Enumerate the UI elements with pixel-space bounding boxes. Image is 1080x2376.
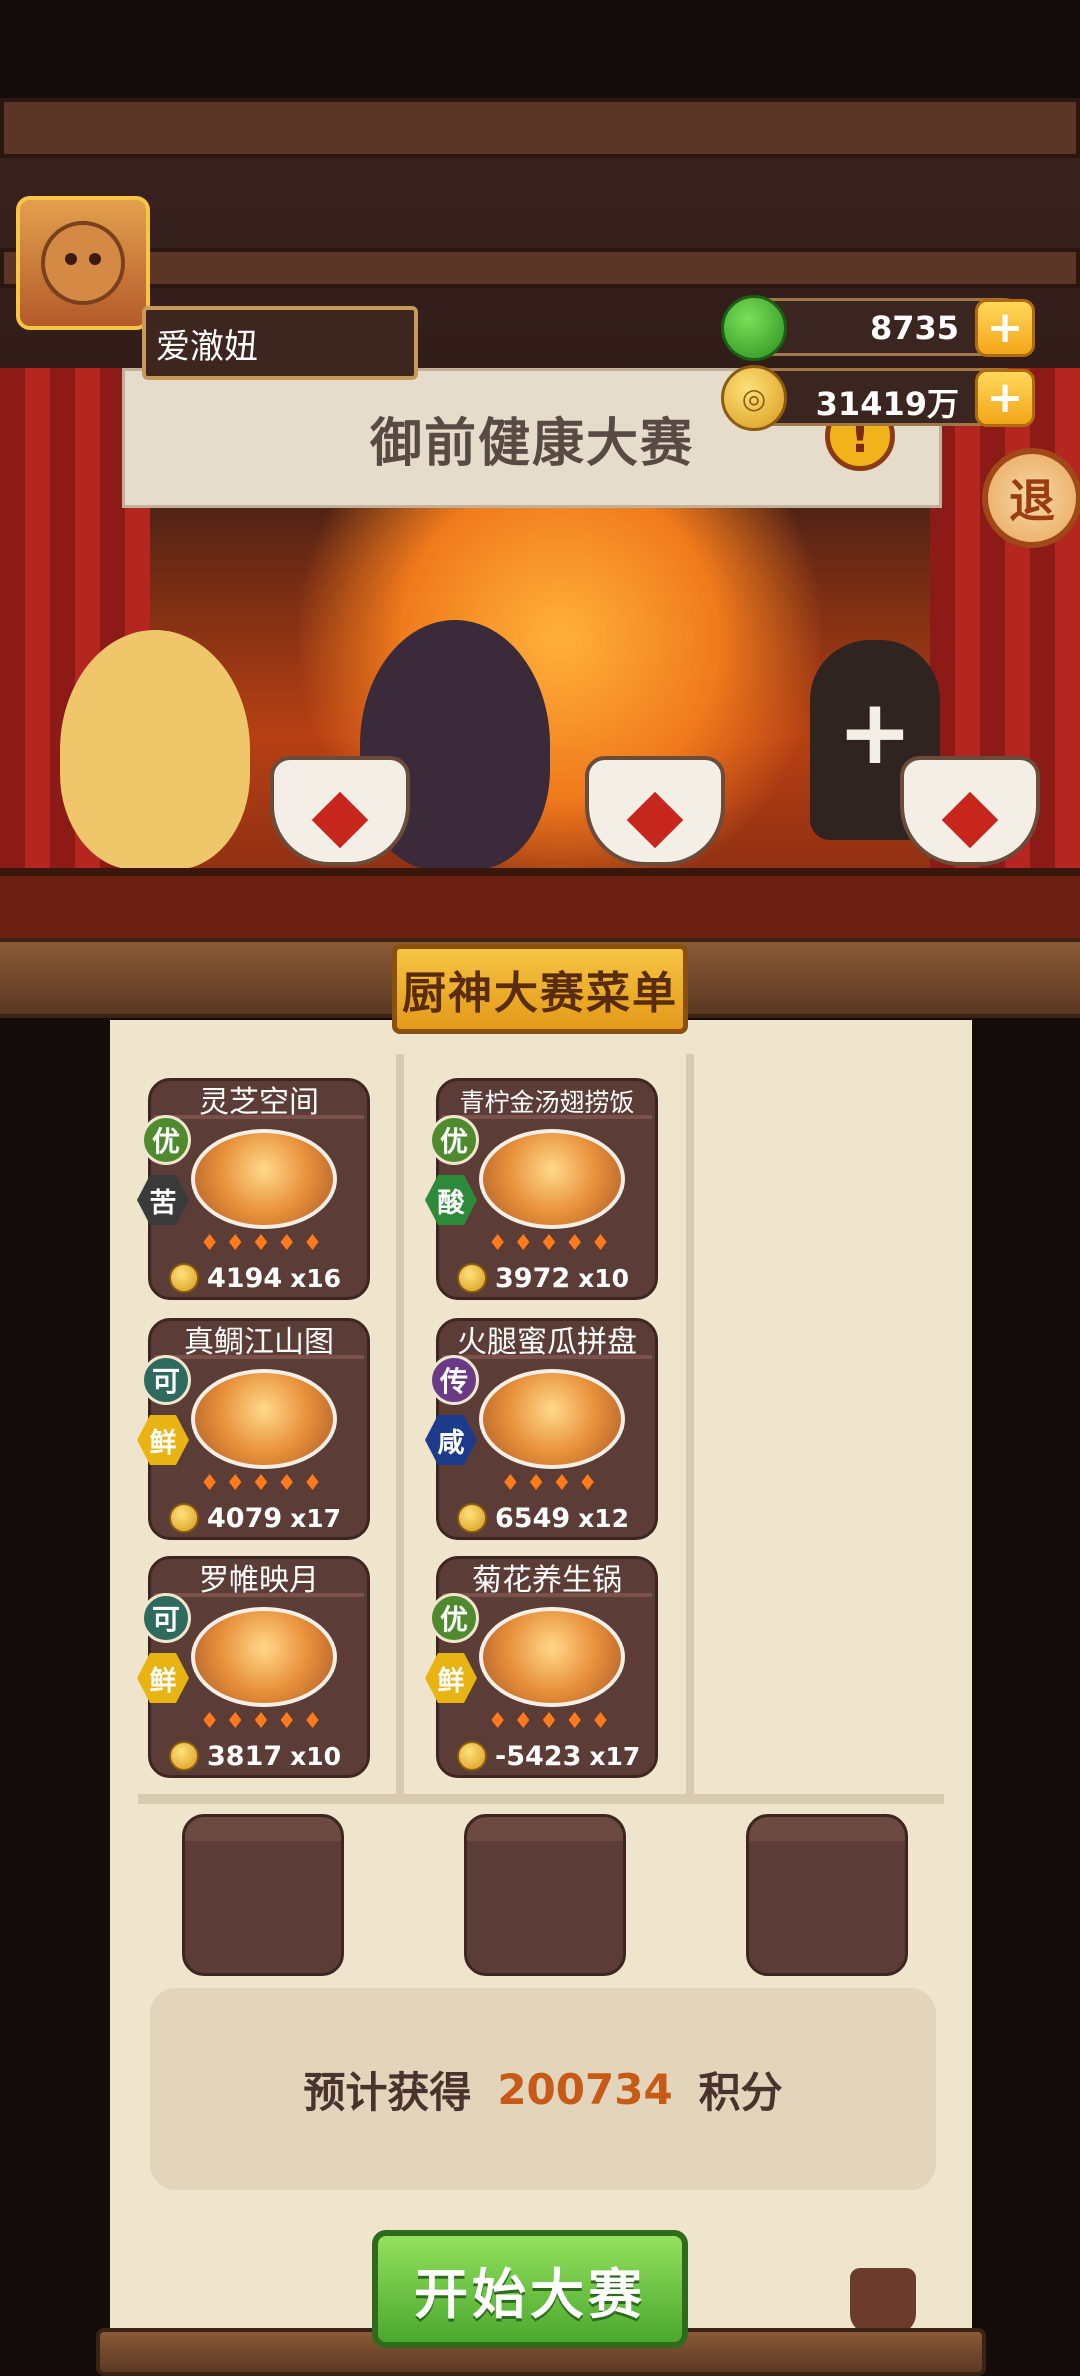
coin-icon: [169, 1503, 199, 1533]
coin-value: 31419万: [815, 385, 959, 423]
coin-icon: ◎: [721, 365, 787, 431]
score-value: 6549: [495, 1502, 571, 1534]
dish-image: [479, 1369, 625, 1469]
score-value: 4079: [207, 1502, 283, 1534]
dish-score: 3817 x10: [169, 1739, 341, 1773]
dish-count: x16: [290, 1263, 342, 1293]
dish-card[interactable]: 灵芝空间 优 苦 ♦♦♦♦♦ 4194 x16: [137, 1078, 370, 1300]
exit-button[interactable]: 退: [982, 448, 1080, 548]
dish-image: [191, 1129, 337, 1229]
dish-count: x17: [589, 1741, 641, 1771]
card-header-line: [442, 1593, 652, 1597]
player-avatar[interactable]: [16, 196, 150, 330]
start-contest-button[interactable]: 开始大赛: [372, 2230, 688, 2348]
coin-icon: [457, 1503, 487, 1533]
empty-dish-slot[interactable]: [464, 1814, 626, 1976]
dish-card[interactable]: 青柠金汤翅捞饭 优 酸 ♦♦♦♦♦ 3972 x10: [425, 1078, 658, 1300]
quality-badge: 可: [141, 1593, 191, 1643]
dish-score: -5423 x17: [457, 1739, 640, 1773]
jade-counter: 8735 +: [721, 295, 1035, 361]
cooking-pot-left: [270, 756, 410, 866]
dish-image: [191, 1607, 337, 1707]
score-value: 3817: [207, 1740, 283, 1772]
coin-icon: [169, 1263, 199, 1293]
dish-count: x10: [290, 1741, 342, 1771]
event-title: 御前健康大赛: [369, 413, 694, 474]
dish-count: x17: [290, 1503, 342, 1533]
quality-badge: 可: [141, 1355, 191, 1405]
cross-beam: [0, 248, 1080, 288]
menu-title-plaque: 厨神大赛菜单: [392, 944, 688, 1034]
roof-beam: [0, 98, 1080, 158]
dish-card[interactable]: 真鲷江山图 可 鲜 ♦♦♦♦♦ 4079 x17: [137, 1318, 370, 1540]
score-value: -5423: [495, 1740, 582, 1772]
card-header-line: [442, 1115, 652, 1119]
dish-card[interactable]: 火腿蜜瓜拼盘 传 咸 ♦♦♦♦ 6549 x12: [425, 1318, 658, 1540]
dish-image: [479, 1129, 625, 1229]
empty-dish-slot[interactable]: [182, 1814, 344, 1976]
empty-dish-slot[interactable]: [746, 1814, 908, 1976]
game-screen: 御前健康大赛 ! 爱澈妞 8735 + ◎ 31419万 + 退 + 厨神大赛菜…: [0, 0, 1080, 2376]
estimated-score-panel: 预计获得 200734 积分: [150, 1988, 936, 2190]
quality-badge: 优: [429, 1593, 479, 1643]
column-divider: [396, 1054, 404, 1794]
dish-score: 4079 x17: [169, 1501, 341, 1535]
dish-name: 青柠金汤翅捞饭: [459, 1088, 635, 1117]
menu-title: 厨神大赛菜单: [402, 968, 678, 1019]
dish-score: 6549 x12: [457, 1501, 629, 1535]
card-header-line: [154, 1355, 364, 1359]
jade-icon: [721, 295, 787, 361]
add-coins-button[interactable]: +: [975, 369, 1035, 427]
dish-card[interactable]: 罗帷映月 可 鲜 ♦♦♦♦♦ 3817 x10: [137, 1556, 370, 1778]
coin-icon: [169, 1741, 199, 1771]
card-header-line: [442, 1355, 652, 1359]
flame-rating: ♦♦♦♦♦: [199, 1231, 329, 1256]
dish-count: x10: [578, 1263, 630, 1293]
score-value: 4194: [207, 1262, 283, 1294]
chef-character-left[interactable]: [60, 630, 250, 870]
flame-rating: ♦♦♦♦♦: [487, 1231, 617, 1256]
flame-rating: ♦♦♦♦: [500, 1471, 604, 1496]
player-name-plate: 爱澈妞: [142, 306, 418, 380]
dish-image: [191, 1369, 337, 1469]
flame-rating: ♦♦♦♦♦: [199, 1709, 329, 1734]
quality-badge: 优: [429, 1115, 479, 1165]
jade-value: 8735: [869, 309, 959, 347]
coin-icon: [457, 1741, 487, 1771]
add-jade-button[interactable]: +: [975, 299, 1035, 357]
column-divider: [686, 1054, 694, 1794]
dish-image: [479, 1607, 625, 1707]
cooking-pot-right: [900, 756, 1040, 866]
card-header-line: [154, 1593, 364, 1597]
card-header-line: [154, 1115, 364, 1119]
estimate-label: 预计获得: [303, 2067, 472, 2117]
dish-card[interactable]: 菊花养生锅 优 鲜 ♦♦♦♦♦ -5423 x17: [425, 1556, 658, 1778]
coin-counter: ◎ 31419万 +: [721, 365, 1035, 431]
estimate-unit: 积分: [698, 2067, 783, 2117]
estimate-value: 200734: [497, 2064, 673, 2114]
dish-count: x12: [578, 1503, 630, 1533]
score-value: 3972: [495, 1262, 571, 1294]
flame-rating: ♦♦♦♦♦: [199, 1471, 329, 1496]
quality-badge: 优: [141, 1115, 191, 1165]
decorative-pot: [850, 2268, 916, 2334]
coin-icon: [457, 1263, 487, 1293]
dish-score: 3972 x10: [457, 1261, 629, 1295]
dish-score: 4194 x16: [169, 1261, 341, 1295]
quality-badge: 传: [429, 1355, 479, 1405]
bear-face-icon: [41, 221, 125, 305]
cooking-pot-center: [585, 756, 725, 866]
flame-rating: ♦♦♦♦♦: [487, 1709, 617, 1734]
start-contest-label: 开始大赛: [414, 2262, 646, 2326]
player-name: 爱澈妞: [156, 326, 258, 367]
section-divider: [138, 1794, 944, 1804]
